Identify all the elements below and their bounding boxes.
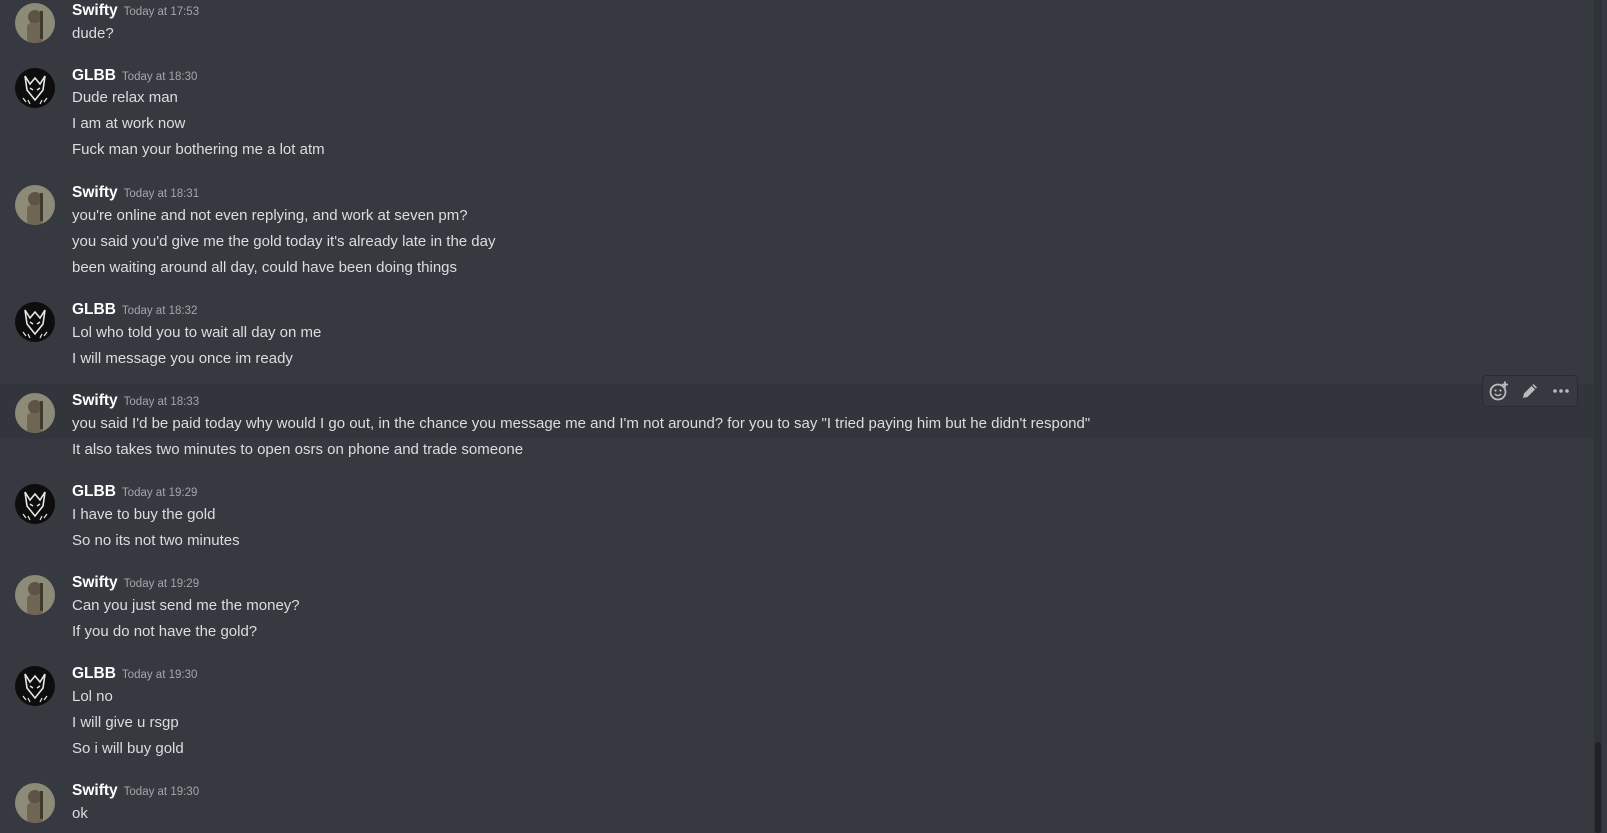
avatar-swifty[interactable] (15, 185, 55, 225)
scrollbar-thumb[interactable] (1595, 742, 1601, 833)
timestamp: Today at 19:29 (123, 578, 200, 590)
more-options-button[interactable] (1548, 378, 1574, 404)
message-text: you said I'd be paid today why would I g… (72, 415, 1091, 432)
timestamp: Today at 18:30 (121, 71, 198, 83)
username[interactable]: GLBB (72, 67, 116, 84)
edit-icon (1522, 384, 1537, 398)
timestamp: Today at 19:30 (123, 786, 200, 798)
message-text: I will message you once im ready (72, 350, 293, 367)
message-hover-toolbar (1482, 375, 1578, 407)
add-reaction-icon (1489, 381, 1508, 401)
message-group[interactable]: GLBB Today at 19:29 I have to buy the gol… (0, 481, 1594, 556)
chat-messages[interactable]: Swifty Today at 17:53 dude? GLBB Today at … (0, 0, 1607, 833)
timestamp: Today at 18:33 (123, 396, 200, 408)
message-text: you're online and not even replying, and… (72, 207, 468, 224)
timestamp: Today at 18:32 (121, 305, 198, 317)
username[interactable]: Swifty (72, 782, 118, 799)
message-text: you said you'd give me the gold today it… (72, 233, 496, 250)
avatar-swifty[interactable] (15, 575, 55, 615)
avatar-glbb[interactable] (15, 484, 55, 524)
username[interactable]: GLBB (72, 483, 116, 500)
message-text: If you do not have the gold? (72, 623, 258, 640)
username[interactable]: Swifty (72, 392, 118, 409)
message-text: dude? (72, 25, 114, 42)
message-text: So i will buy gold (72, 740, 184, 757)
message-group[interactable]: GLBB Today at 19:30 Lol no I will give u … (0, 663, 1594, 763)
message-text: I will give u rsgp (72, 714, 179, 731)
message-group[interactable]: GLBB Today at 18:32 Lol who told you to w… (0, 299, 1594, 374)
avatar-glbb[interactable] (15, 302, 55, 342)
avatar-swifty[interactable] (15, 783, 55, 823)
message-group[interactable]: Swifty Today at 18:33 you said I'd be pai… (0, 390, 1594, 465)
message-group[interactable]: Swifty Today at 18:31 you're online and n… (0, 182, 1594, 282)
username[interactable]: Swifty (72, 184, 118, 201)
add-reaction-button[interactable] (1486, 378, 1512, 404)
avatar-swifty[interactable] (15, 393, 55, 433)
timestamp: Today at 19:30 (121, 669, 198, 681)
message-text: Can you just send me the money? (72, 597, 300, 614)
message-group[interactable]: Swifty Today at 17:53 dude? (0, 0, 1594, 50)
more-options-icon (1553, 389, 1570, 393)
message-text: Lol no (72, 688, 113, 705)
message-group[interactable]: GLBB Today at 18:30 Dude relax man I am a… (0, 65, 1594, 165)
avatar-swifty[interactable] (15, 3, 55, 43)
message-group[interactable]: Swifty Today at 19:29 Can you just send m… (0, 572, 1594, 647)
message-text: It also takes two minutes to open osrs o… (72, 441, 524, 458)
message-group[interactable]: Swifty Today at 19:30 ok (0, 780, 1594, 833)
edit-button[interactable] (1517, 378, 1543, 404)
avatar-glbb[interactable] (15, 666, 55, 706)
timestamp: Today at 19:29 (121, 487, 198, 499)
timestamp: Today at 17:53 (123, 6, 200, 18)
message-text: been waiting around all day, could have … (72, 259, 458, 276)
message-text: Fuck man your bothering me a lot atm (72, 141, 325, 158)
message-text: Lol who told you to wait all day on me (72, 324, 322, 341)
username[interactable]: Swifty (72, 574, 118, 591)
scrollbar-track[interactable] (1594, 0, 1602, 833)
username[interactable]: Swifty (72, 2, 118, 19)
avatar-glbb[interactable] (15, 68, 55, 108)
timestamp: Today at 18:31 (123, 188, 200, 200)
message-text: I am at work now (72, 115, 186, 132)
message-text: Dude relax man (72, 89, 178, 106)
message-text: I have to buy the gold (72, 506, 216, 523)
message-text: ok (72, 805, 88, 822)
username[interactable]: GLBB (72, 301, 116, 318)
username[interactable]: GLBB (72, 665, 116, 682)
message-text: So no its not two minutes (72, 532, 240, 549)
